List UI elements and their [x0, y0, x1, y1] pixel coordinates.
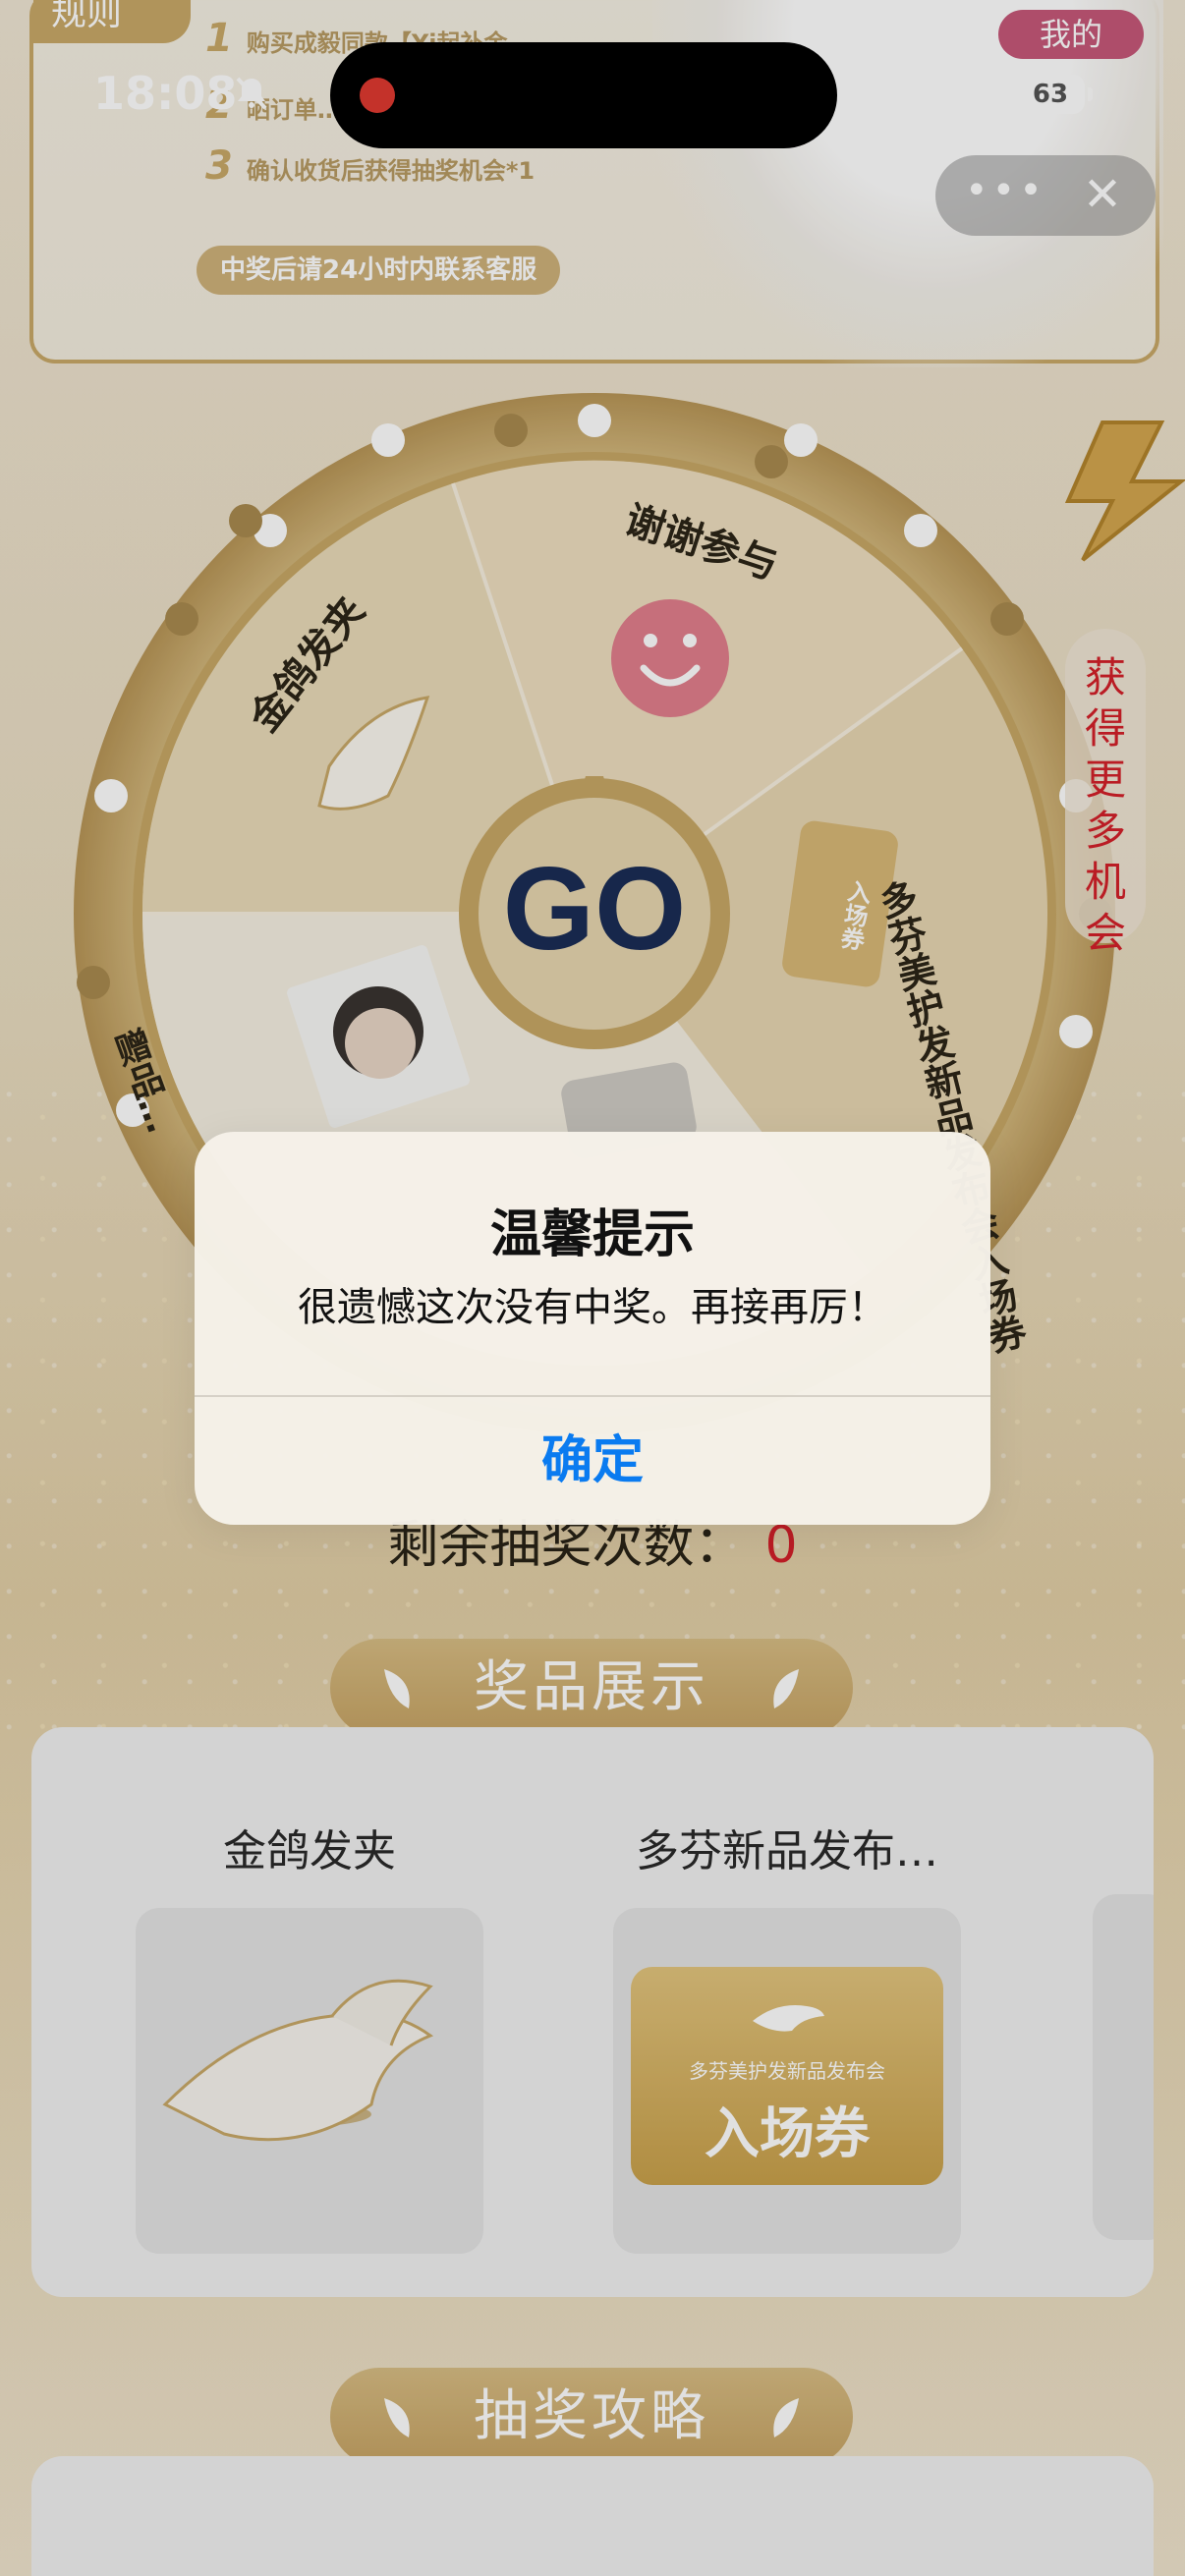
- alert-title: 温馨提示: [489, 1205, 695, 1264]
- alert-message: 很遗憾这次没有中奖。再接再厉！: [298, 1285, 887, 1330]
- confirm-button[interactable]: 确定: [195, 1397, 990, 1525]
- result-alert-dialog: 温馨提示 很遗憾这次没有中奖。再接再厉！ 确定: [195, 1132, 990, 1525]
